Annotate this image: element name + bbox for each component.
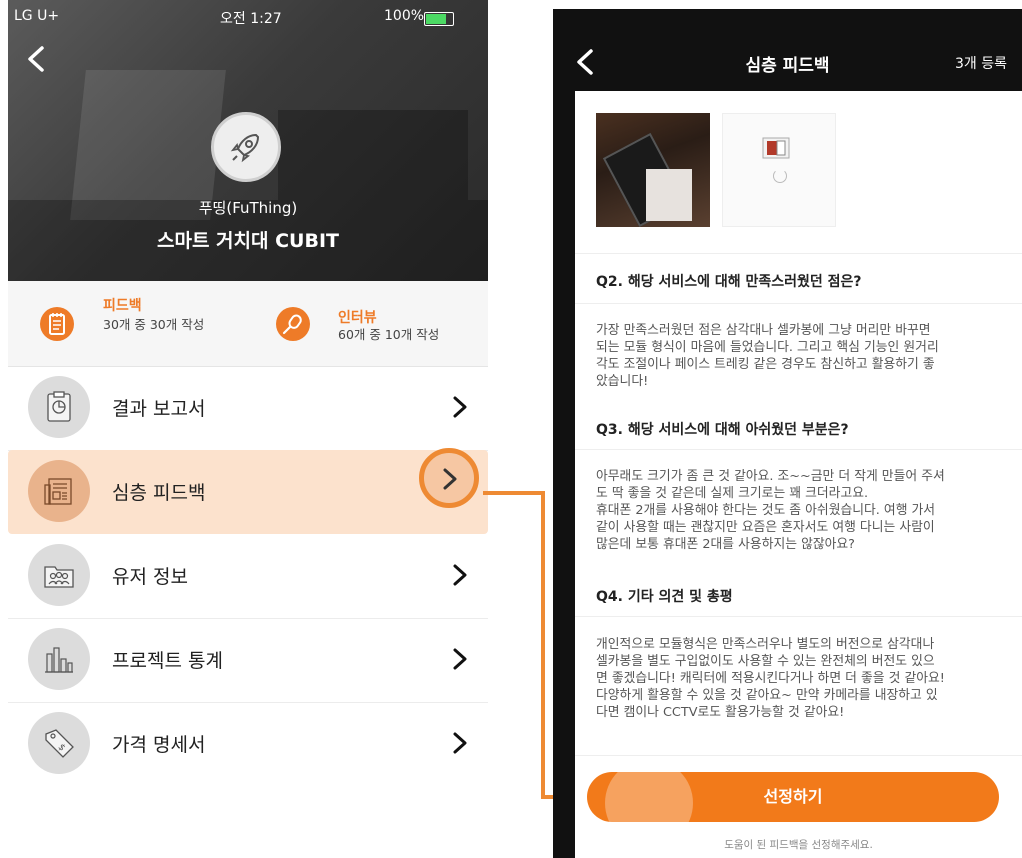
menu-label-price-sheet: 가격 명세서 [112, 734, 206, 756]
connector-line [483, 491, 544, 495]
question-q4: Q4. 기타 의견 및 총평 [596, 589, 733, 605]
report-clipboard-icon [28, 376, 90, 438]
back-button[interactable] [22, 44, 52, 74]
feedback-attachment[interactable] [722, 113, 836, 227]
project-header: LG U+ 오전 1:27 100% 푸띵(FuThing) 스마트 거치대 C… [8, 0, 488, 281]
interview-stat-title: 인터뷰 [338, 310, 377, 326]
clock-time: 오전 1:27 [220, 11, 282, 27]
chevron-right-icon [453, 564, 467, 586]
menu-item-report[interactable]: 결과 보고서 [8, 366, 488, 451]
question-q3: Q3. 해당 서비스에 대해 아쉬웠던 부분은? [596, 422, 849, 438]
chevron-right-icon [453, 648, 467, 670]
company-avatar [211, 112, 281, 182]
newspaper-icon [28, 460, 90, 522]
rocket-icon [230, 133, 260, 163]
notepad-icon [40, 307, 74, 341]
carrier-label: LG U+ [14, 8, 60, 24]
company-name: 푸띵(FuThing) [198, 199, 298, 217]
menu-label-project-stats: 프로젝트 통계 [112, 650, 223, 672]
left-screen: LG U+ 오전 1:27 100% 푸띵(FuThing) 스마트 거치대 C… [8, 0, 488, 858]
chevron-right-icon [443, 468, 457, 490]
menu-label-report: 결과 보고서 [112, 398, 206, 420]
status-bar: LG U+ 오전 1:27 100% [8, 8, 488, 30]
feedback-stat-title: 피드백 [103, 298, 142, 314]
chevron-right-icon [453, 396, 467, 418]
interview-stat-count: 60개 중 10개 작성 [338, 327, 440, 342]
menu-item-price-sheet[interactable]: $ 가격 명세서 [8, 702, 488, 786]
answer-q4: 개인적으로 모듈형식은 만족스러우나 별도의 버전으로 삼각대나 셀카봉을 별도… [596, 637, 945, 720]
document-logo-icon [762, 137, 790, 159]
menu-item-user-info[interactable]: 유저 정보 [8, 534, 488, 619]
answer-q2: 가장 만족스러웠던 점은 삼각대나 셀카봉에 그냥 머리만 바꾸면 되는 모듈 … [596, 323, 939, 389]
feedback-card: Q2. 해당 서비스에 대해 만족스러웠던 점은? 가장 만족스러웠던 점은 삼… [575, 91, 1022, 858]
chevron-right-icon [453, 732, 467, 754]
feedback-photo[interactable] [596, 113, 710, 227]
menu-item-project-stats[interactable]: 프로젝트 통계 [8, 618, 488, 703]
bar-chart-icon [28, 628, 90, 690]
loading-spinner-icon [773, 169, 787, 183]
select-hint: 도움이 된 피드백을 선정해주세요. [724, 839, 873, 851]
connector-line [541, 491, 545, 798]
tap-indicator [605, 759, 693, 847]
feedback-stat-count: 30개 중 30개 작성 [103, 317, 205, 332]
right-screen: 심층 피드백 3개 등록 Q2. 해당 서비스에 대해 만족스러웠던 점은? 가… [553, 9, 1022, 858]
menu-item-deep-feedback[interactable]: 심층 피드백 [8, 448, 488, 534]
price-tag-icon: $ [28, 712, 90, 774]
chevron-left-icon [28, 46, 44, 72]
product-name: 스마트 거치대 CUBIT [157, 230, 339, 252]
answer-q3: 아무래도 크기가 좀 큰 것 같아요. 조~~금만 더 작게 만들어 주셔 도 … [596, 469, 945, 552]
battery-icon [424, 12, 454, 26]
menu-label-user-info: 유저 정보 [112, 566, 188, 588]
page-title: 심층 피드백 [745, 56, 830, 76]
stats-bar: 피드백 30개 중 30개 작성 인터뷰 60개 중 10개 작성 [8, 281, 488, 367]
battery-percent: 100% [384, 8, 425, 24]
users-folder-icon [28, 544, 90, 606]
menu-label-deep-feedback: 심층 피드백 [112, 482, 206, 504]
microphone-icon [276, 307, 310, 341]
question-q2: Q2. 해당 서비스에 대해 만족스러웠던 점은? [596, 274, 862, 290]
highlighted-chevron-button[interactable] [419, 448, 479, 508]
registered-count[interactable]: 3개 등록 [955, 53, 1007, 73]
